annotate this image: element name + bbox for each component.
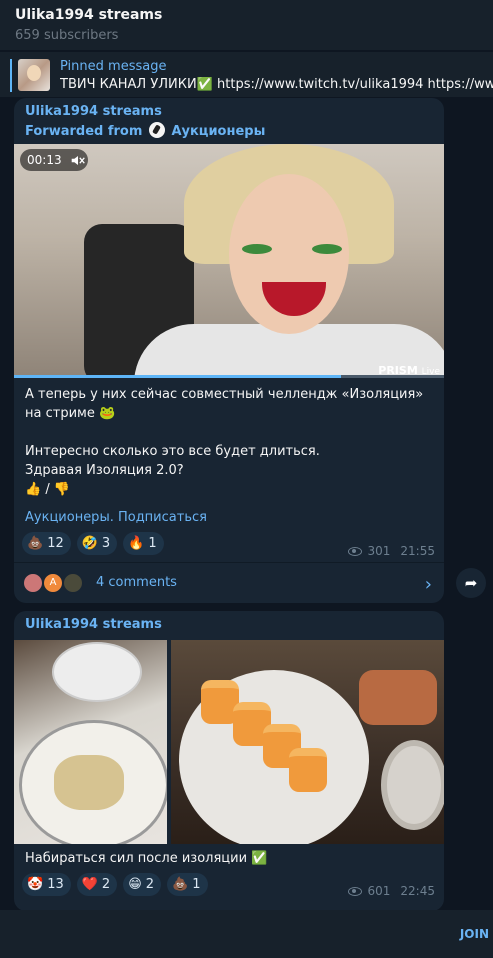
pinned-label: Pinned message bbox=[60, 59, 167, 74]
chevron-right-icon: › bbox=[424, 574, 432, 595]
photo-copper-pot bbox=[359, 670, 437, 725]
view-count: 601 bbox=[367, 884, 391, 898]
forwarded-channel-name: Аукционеры bbox=[171, 124, 266, 139]
subscribe-link[interactable]: Аукционеры. Подписаться bbox=[25, 510, 207, 525]
forwarded-channel-icon bbox=[148, 122, 165, 138]
message-feed[interactable]: Ulika1994 streams Forwarded from Аукцион… bbox=[0, 98, 493, 910]
message-channel-name[interactable]: Ulika1994 streams bbox=[25, 617, 162, 632]
photo-salad-plate bbox=[52, 642, 142, 702]
join-button[interactable]: JOIN bbox=[460, 927, 489, 941]
mute-icon[interactable] bbox=[70, 156, 86, 165]
message-text-line: 👍 / 👎 bbox=[25, 482, 71, 497]
video-eyes bbox=[242, 244, 346, 254]
comments-row[interactable]: A 4 comments › bbox=[14, 562, 444, 603]
reaction-chip[interactable]: 🤣 3 bbox=[76, 532, 118, 555]
photo-pasta[interactable] bbox=[14, 640, 167, 844]
message-caption: Набираться сил после изоляции ✅ bbox=[25, 851, 268, 866]
comments-count: 4 comments bbox=[96, 575, 177, 590]
pinned-text: ТВИЧ КАНАЛ УЛИКИ✅ https://www.twitch.tv/… bbox=[60, 77, 493, 92]
reaction-chip[interactable]: 🔥 1 bbox=[123, 532, 164, 555]
photo-pasta-food bbox=[54, 755, 124, 810]
view-count: 301 bbox=[367, 544, 391, 558]
reaction-chip[interactable]: 💩 1 bbox=[167, 873, 208, 896]
pinned-indicator bbox=[10, 59, 12, 92]
pinned-thumbnail bbox=[18, 59, 50, 91]
reactions-bar: 💩 12 🤣 3 🔥 1 bbox=[22, 532, 164, 555]
message-time: 21:55 bbox=[400, 544, 435, 558]
avatar bbox=[22, 572, 44, 594]
photo-sushi[interactable] bbox=[171, 640, 444, 844]
reaction-chip[interactable]: 😁 2 bbox=[123, 873, 162, 896]
forwarded-from[interactable]: Forwarded from Аукционеры bbox=[25, 122, 265, 139]
video-progress-fill bbox=[14, 375, 341, 378]
chat-header[interactable]: Ulika1994 streams 659 subscribers bbox=[0, 0, 493, 50]
reaction-chip[interactable]: ❤️ 2 bbox=[76, 873, 118, 896]
reactions-bar: 🤡 13 ❤️ 2 😁 2 💩 1 bbox=[22, 873, 208, 896]
video-time: 00:13 bbox=[27, 153, 62, 167]
message-bubble-1[interactable]: Ulika1994 streams Forwarded from Аукцион… bbox=[14, 98, 444, 603]
avatar bbox=[62, 572, 84, 594]
forwarded-prefix: Forwarded from bbox=[25, 124, 143, 139]
subscriber-count: 659 subscribers bbox=[15, 28, 119, 43]
message-text: А теперь у них сейчас совместный челленд… bbox=[25, 385, 435, 499]
photo-sushi-roll bbox=[289, 748, 327, 792]
channel-title: Ulika1994 streams bbox=[15, 7, 163, 23]
message-meta: 601 22:45 bbox=[347, 884, 435, 898]
message-text-line: А теперь у них сейчас совместный челленд… bbox=[25, 387, 424, 421]
reaction-chip[interactable]: 🤡 13 bbox=[22, 873, 71, 896]
pinned-message-bar[interactable]: Pinned message ТВИЧ КАНАЛ УЛИКИ✅ https:/… bbox=[0, 51, 493, 97]
message-bubble-2[interactable]: Ulika1994 streams Набираться сил после и… bbox=[14, 611, 444, 910]
avatar: A bbox=[42, 572, 64, 594]
message-text-line: Интересно сколько это все будет длиться. bbox=[25, 444, 320, 459]
video-player[interactable]: 00:13 PRISM Live bbox=[14, 144, 444, 377]
message-time: 22:45 bbox=[400, 884, 435, 898]
video-time-badge[interactable]: 00:13 bbox=[20, 149, 88, 171]
message-channel-name[interactable]: Ulika1994 streams bbox=[25, 104, 265, 119]
reaction-chip[interactable]: 💩 12 bbox=[22, 532, 71, 555]
bottom-bar: JOIN bbox=[0, 910, 493, 958]
views-icon bbox=[347, 886, 362, 896]
share-icon[interactable]: ➦ bbox=[456, 568, 486, 598]
views-icon bbox=[347, 546, 362, 556]
photo-sauce-bowl bbox=[381, 740, 444, 830]
message-text-line: Здравая Изоляция 2.0? bbox=[25, 463, 184, 478]
message-meta: 301 21:55 bbox=[347, 544, 435, 558]
video-progress[interactable] bbox=[14, 375, 444, 378]
